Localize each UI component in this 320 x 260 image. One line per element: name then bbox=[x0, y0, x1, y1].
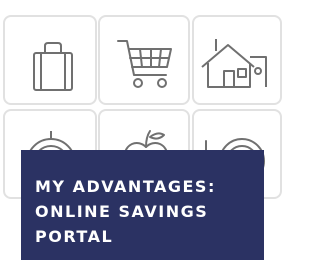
category-tile-travel[interactable] bbox=[3, 15, 97, 105]
category-tile-home[interactable] bbox=[192, 15, 282, 105]
banner[interactable]: MY ADVANTAGES: ONLINE SAVINGS PORTAL bbox=[21, 150, 264, 260]
shopping-cart-icon bbox=[117, 40, 172, 88]
banner-title-line-2: ONLINE SAVINGS bbox=[35, 202, 209, 221]
banner-title: MY ADVANTAGES: ONLINE SAVINGS PORTAL bbox=[35, 174, 255, 249]
category-tile-shopping[interactable] bbox=[98, 15, 190, 105]
house-icon bbox=[201, 39, 267, 88]
banner-title-line-3: PORTAL bbox=[35, 227, 114, 246]
banner-title-line-1: MY ADVANTAGES: bbox=[35, 177, 216, 196]
briefcase-icon bbox=[33, 42, 73, 91]
